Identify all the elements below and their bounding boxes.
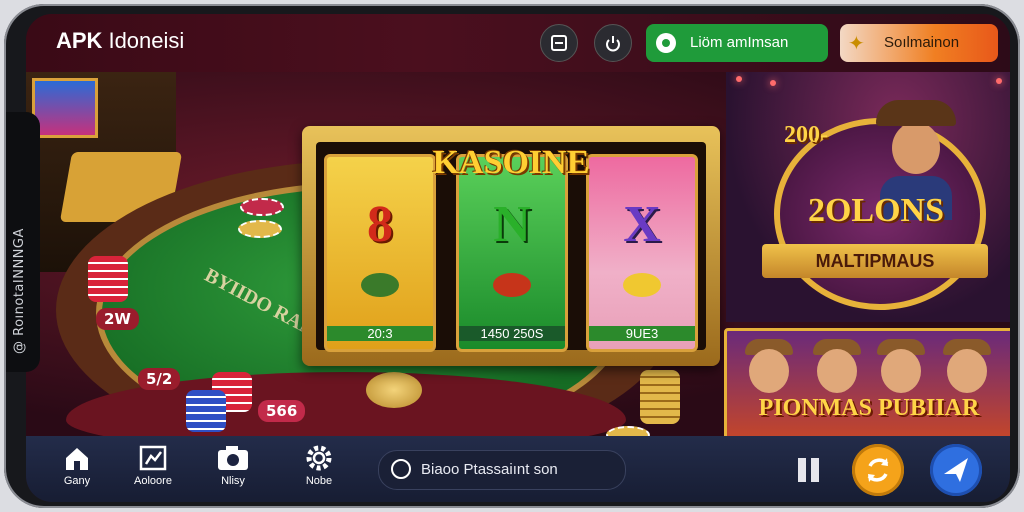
phone-frame: APK Idoneisi Liöm amImsan ✦ Soılmainon B… (4, 4, 1020, 508)
settings-icon (306, 445, 332, 471)
search-placeholder: Biaoo Ptassaiınt son (421, 461, 558, 478)
promo-banner[interactable]: 200- 2OLONS MALTIPMAUS (726, 72, 1010, 322)
table-label-1: 2W (96, 308, 139, 330)
nav-item-settings[interactable]: Nobe (284, 444, 354, 498)
nav-item-home[interactable]: Gany (42, 444, 112, 498)
game-banner[interactable]: BYIIDO RANNOO 2W 5/2 566 8 20:3 N 1450 2… (26, 72, 1010, 460)
nav-item-stats[interactable]: Aoloore (118, 444, 188, 498)
send-icon (944, 458, 968, 482)
brand-apk: APK (56, 28, 103, 53)
popular-card-title: PIONMAS PUBIIAR (758, 395, 980, 421)
send-button[interactable] (930, 444, 982, 496)
app-brand[interactable]: APK Idoneisi (56, 28, 184, 54)
pause-icon[interactable] (796, 458, 822, 482)
chip-stack (88, 256, 128, 302)
popular-card[interactable]: PIONMAS PUBIIAR (724, 328, 1010, 442)
table-label-3: 566 (258, 400, 306, 422)
home-icon (66, 448, 88, 470)
search-input[interactable]: Biaoo Ptassaiınt son (378, 450, 626, 490)
reel-symbol: N (493, 196, 531, 253)
reel-symbol: X (623, 196, 661, 253)
bottom-nav: Gany Aoloore Nlisy Nobe Biaoo Ptassaiınt… (26, 436, 1010, 502)
chip (238, 220, 282, 238)
menu-icon[interactable] (540, 24, 578, 62)
camera-icon (218, 446, 248, 470)
reel-symbol: 8 (367, 196, 393, 253)
reel-prize: 20:3 (327, 326, 433, 341)
promo-subtitle: MALTIPMAUS (762, 244, 988, 278)
download-label: Liöm amImsan (690, 34, 789, 51)
table-label-2: 5/2 (138, 368, 181, 390)
nav-item-label: Nlisy (221, 475, 245, 487)
promo-amount: 200- (784, 122, 828, 148)
promotion-button[interactable]: ✦ Soılmainon (840, 24, 998, 62)
power-icon[interactable] (594, 24, 632, 62)
chip-stack (640, 370, 680, 424)
search-icon (391, 459, 411, 479)
top-bar: APK Idoneisi Liöm amImsan ✦ Soılmainon (26, 14, 1010, 72)
chip (240, 198, 284, 216)
promo-title: 2OLONS (807, 192, 945, 229)
download-button[interactable]: Liöm amImsan (646, 24, 828, 62)
refresh-button[interactable] (852, 444, 904, 496)
app-screen: APK Idoneisi Liöm amImsan ✦ Soılmainon B… (26, 14, 1010, 502)
reel-prize: 9UE3 (589, 326, 695, 341)
slot-title: KASOINE (432, 144, 590, 181)
star-icon: ✦ (848, 33, 865, 55)
nav-item-label: Gany (63, 475, 91, 487)
promotion-label: Soılmainon (884, 34, 960, 51)
nav-item-label: Nobe (305, 475, 333, 487)
side-label: @ RoınotaINNNGA (12, 228, 27, 354)
download-icon (656, 33, 676, 53)
reel-prize: 1450 250S (459, 326, 565, 341)
chart-icon (139, 445, 167, 471)
nav-item-label: Aoloore (134, 475, 172, 487)
gold-chip (366, 372, 422, 408)
brand-name: Idoneisi (108, 28, 185, 53)
refresh-icon (867, 458, 889, 482)
nav-item-history[interactable]: Nlisy (198, 444, 268, 498)
chip-stack (186, 390, 226, 432)
